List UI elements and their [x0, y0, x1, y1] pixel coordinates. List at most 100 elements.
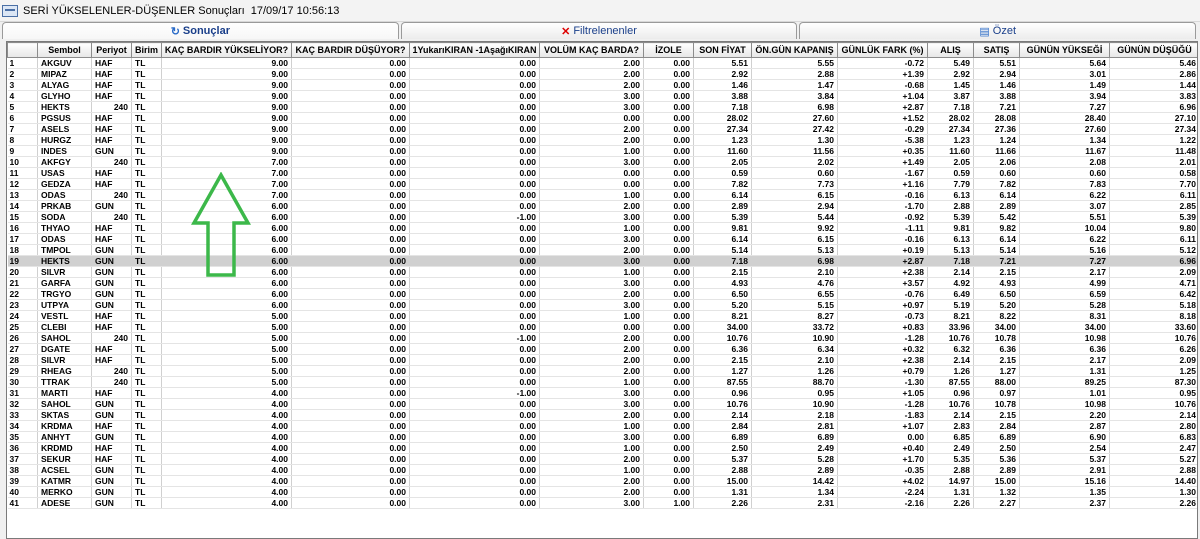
col-alis-cell: 6.85	[927, 431, 974, 443]
col-kiran-cell: 0.00	[409, 244, 540, 256]
table-row[interactable]: 39 KATMR GUN TL 4.00 0.00 0.00 2.00 0.00 15.00 14.…	[7, 475, 1197, 487]
col-gunluk-fark-cell: +1.49	[837, 156, 928, 168]
tab-ozet[interactable]: ▤ Özet	[799, 22, 1197, 39]
col-volum-cell: 1.00	[539, 145, 644, 157]
window-title: SERİ YÜKSELENLER-DÜŞENLER Sonuçları	[23, 4, 245, 17]
table-row[interactable]: 14 PRKAB GUN TL 6.00 0.00 0.00 2.00 0.00 2.89 2.94…	[7, 200, 1197, 212]
table-row[interactable]: 41 ADESE GUN TL 4.00 0.00 0.00 3.00 1.00 2.26 2.31…	[7, 497, 1197, 509]
col-sembol-cell: SEKUR	[37, 453, 92, 465]
col-alis-cell: 2.49	[927, 442, 974, 454]
table-row[interactable]: 8 HURGZ HAF TL 9.00 0.00 0.00 2.00 0.00 1.23 1.30-…	[7, 134, 1197, 146]
table-row[interactable]: 32 SAHOL GUN TL 4.00 0.00 0.00 3.00 0.00 10.76 10.…	[7, 398, 1197, 410]
col-alis-cell: 6.13	[927, 189, 974, 201]
col-izole-cell: 0.00	[643, 321, 694, 333]
col-gunun-dusugu-cell: 5.39	[1109, 211, 1197, 223]
col-gunun-dusugu-cell: 87.30	[1109, 376, 1197, 388]
table-row[interactable]: 16 THYAO HAF TL 6.00 0.00 0.00 1.00 0.00 9.81 9.92…	[7, 222, 1197, 234]
col-sembol-cell: HEKTS	[37, 255, 92, 267]
table-row[interactable]: 26 SAHOL 240 TL 5.00 0.00 -1.00 2.00 0.00 10.76 10…	[7, 332, 1197, 344]
tab-filtrelenenler[interactable]: ✕ Filtrelenenler	[400, 22, 798, 39]
col-index-cell: 17	[7, 233, 38, 245]
col-on-gun-kapanis-header[interactable]: ÖN.GÜN KAPANIŞ	[751, 42, 838, 58]
col-gunun-yuksegi-cell: 4.99	[1019, 277, 1110, 289]
col-kac-bardir-dusuyor-cell: 0.00	[291, 497, 410, 509]
table-row[interactable]: 10 AKFGY 240 TL 7.00 0.00 0.00 3.00 0.00 2.05 2.02…	[7, 156, 1197, 168]
col-volum-header[interactable]: VOLÜM KAÇ BARDA?	[539, 42, 644, 58]
table-row[interactable]: 35 ANHYT GUN TL 4.00 0.00 0.00 3.00 0.00 6.89 6.89…	[7, 431, 1197, 443]
col-gunun-yuksegi-header[interactable]: GÜNÜN YÜKSEĞİ	[1019, 42, 1110, 58]
table-row[interactable]: 1 AKGUV HAF TL 9.00 0.00 0.00 2.00 0.00 5.51 5.55-…	[7, 57, 1197, 69]
col-gunun-yuksegi-cell: 2.17	[1019, 266, 1110, 278]
table-row[interactable]: 40 MERKO GUN TL 4.00 0.00 0.00 2.00 0.00 1.31 1.34…	[7, 486, 1197, 498]
col-index-header[interactable]	[7, 42, 38, 58]
table-row[interactable]: 29 RHEAG 240 TL 5.00 0.00 0.00 2.00 0.00 1.27 1.26…	[7, 365, 1197, 377]
table-row[interactable]: 17 ODAS HAF TL 6.00 0.00 0.00 3.00 0.00 6.14 6.15-…	[7, 233, 1197, 245]
table-row[interactable]: 36 KRDMD HAF TL 4.00 0.00 0.00 1.00 0.00 2.50 2.49…	[7, 442, 1197, 454]
table-row[interactable]: 28 SILVR HAF TL 5.00 0.00 0.00 2.00 0.00 2.15 2.10…	[7, 354, 1197, 366]
table-row[interactable]: 13 ODAS 240 TL 7.00 0.00 0.00 1.00 0.00 6.14 6.15-…	[7, 189, 1197, 201]
col-on-gun-kapanis-cell: 6.89	[751, 431, 838, 443]
col-gunun-dusugu-header[interactable]: GÜNÜN DÜŞÜĞÜ	[1109, 42, 1197, 58]
col-izole-header[interactable]: İZOLE	[643, 42, 694, 58]
col-alis-cell: 2.14	[927, 409, 974, 421]
table-row[interactable]: 3 ALYAG HAF TL 9.00 0.00 0.00 2.00 0.00 1.46 1.47-…	[7, 79, 1197, 91]
table-row[interactable]: 15 SODA 240 TL 6.00 0.00 -1.00 3.00 0.00 5.39 5.44…	[7, 211, 1197, 223]
table-row[interactable]: 20 SILVR GUN TL 6.00 0.00 0.00 1.00 0.00 2.15 2.10…	[7, 266, 1197, 278]
col-satis-cell: 6.14	[973, 189, 1020, 201]
col-kac-bardir-yukseliyor-cell: 4.00	[161, 431, 292, 443]
results-grid[interactable]: Sembol Periyot Birim KAÇ BARDIR YÜKSELİYOR?…	[6, 41, 1198, 539]
col-satis-cell: 5.51	[973, 57, 1020, 69]
summary-icon: ▤	[979, 25, 990, 38]
col-periyot-cell: HAF	[91, 112, 132, 124]
col-kiran-header[interactable]: 1YukarıKIRAN -1AşağıKIRAN	[409, 42, 540, 58]
table-row[interactable]: 34 KRDMA HAF TL 4.00 0.00 0.00 1.00 0.00 2.84 2.81…	[7, 420, 1197, 432]
col-birim-cell: TL	[131, 365, 162, 377]
col-index-cell: 9	[7, 145, 38, 157]
table-row[interactable]: 31 MARTI HAF TL 4.00 0.00 -1.00 3.00 0.00 0.96 0.9…	[7, 387, 1197, 399]
col-volum-cell: 2.00	[539, 200, 644, 212]
col-sembol-header[interactable]: Sembol	[37, 42, 92, 58]
col-periyot-cell: GUN	[91, 409, 132, 421]
col-birim-cell: TL	[131, 200, 162, 212]
table-row[interactable]: 22 TRGYO GUN TL 6.00 0.00 0.00 2.00 0.00 6.50 6.55…	[7, 288, 1197, 300]
table-row[interactable]: 5 HEKTS 240 TL 9.00 0.00 0.00 3.00 0.00 7.18 6.98 +…	[7, 101, 1197, 113]
tab-sonuclar[interactable]: ↻ Sonuçlar	[2, 22, 399, 39]
col-kac-bardir-dusuyor-cell: 0.00	[291, 156, 410, 168]
table-row[interactable]: 12 GEDZA HAF TL 7.00 0.00 0.00 0.00 0.00 7.82 7.73…	[7, 178, 1197, 190]
col-alis-header[interactable]: ALIŞ	[927, 42, 974, 58]
table-row[interactable]: 7 ASELS HAF TL 9.00 0.00 0.00 2.00 0.00 27.34 27.4…	[7, 123, 1197, 135]
table-row[interactable]: 33 SKTAS GUN TL 4.00 0.00 0.00 2.00 0.00 2.14 2.18…	[7, 409, 1197, 421]
table-row[interactable]: 37 SEKUR HAF TL 4.00 0.00 0.00 2.00 0.00 5.37 5.28…	[7, 453, 1197, 465]
col-on-gun-kapanis-cell: 2.81	[751, 420, 838, 432]
table-row[interactable]: 6 PGSUS HAF TL 9.00 0.00 0.00 0.00 0.00 28.02 27.6…	[7, 112, 1197, 124]
col-index-cell: 12	[7, 178, 38, 190]
col-kac-bardir-yukseliyor-header[interactable]: KAÇ BARDIR YÜKSELİYOR?	[161, 42, 292, 58]
table-row[interactable]: 18 TMPOL GUN TL 6.00 0.00 0.00 2.00 0.00 5.14 5.13…	[7, 244, 1197, 256]
col-gunun-dusugu-cell: 7.70	[1109, 178, 1197, 190]
col-index-cell: 14	[7, 200, 38, 212]
table-row[interactable]: 38 ACSEL GUN TL 4.00 0.00 0.00 1.00 0.00 2.88 2.89…	[7, 464, 1197, 476]
refresh-icon: ↻	[170, 25, 180, 38]
col-satis-header[interactable]: SATIŞ	[973, 42, 1020, 58]
col-kac-bardir-dusuyor-header[interactable]: KAÇ BARDIR DÜŞÜYOR?	[291, 42, 410, 58]
col-birim-cell: TL	[131, 442, 162, 454]
table-row[interactable]: 19 HEKTS GUN TL 6.00 0.00 0.00 3.00 0.00 7.18 6.98…	[7, 255, 1197, 267]
table-row[interactable]: 9 INDES GUN TL 9.00 0.00 0.00 1.00 0.00 11.60 11.5…	[7, 145, 1197, 157]
table-row[interactable]: 11 USAS HAF TL 7.00 0.00 0.00 0.00 0.00 0.59 0.60-…	[7, 167, 1197, 179]
col-alis-cell: 1.31	[927, 486, 974, 498]
table-row[interactable]: 24 VESTL HAF TL 5.00 0.00 0.00 1.00 0.00 8.21 8.27…	[7, 310, 1197, 322]
table-row[interactable]: 30 TTRAK 240 TL 5.00 0.00 0.00 1.00 0.00 87.55 88.…	[7, 376, 1197, 388]
col-gunluk-fark-cell: +1.70	[837, 453, 928, 465]
table-row[interactable]: 2 MIPAZ HAF TL 9.00 0.00 0.00 2.00 0.00 2.92 2.88 +…	[7, 68, 1197, 80]
col-izole-cell: 0.00	[643, 90, 694, 102]
table-row[interactable]: 21 GARFA GUN TL 6.00 0.00 0.00 3.00 0.00 4.93 4.76…	[7, 277, 1197, 289]
col-birim-header[interactable]: Birim	[131, 42, 162, 58]
col-gunluk-fark-header[interactable]: GÜNLÜK FARK (%)	[837, 42, 928, 58]
col-son-fiyat-header[interactable]: SON FİYAT	[693, 42, 752, 58]
col-gunun-yuksegi-cell: 5.64	[1019, 57, 1110, 69]
table-row[interactable]: 23 UTPYA GUN TL 6.00 0.00 0.00 3.00 0.00 5.20 5.15…	[7, 299, 1197, 311]
table-row[interactable]: 25 CLEBI HAF TL 5.00 0.00 0.00 0.00 0.00 34.00 33.…	[7, 321, 1197, 333]
table-row[interactable]: 27 DGATE HAF TL 5.00 0.00 0.00 2.00 0.00 6.36 6.34…	[7, 343, 1197, 355]
col-periyot-header[interactable]: Periyot	[91, 42, 132, 58]
table-row[interactable]: 4 GLYHO HAF TL 9.00 0.00 0.00 3.00 0.00 3.88 3.84 +…	[7, 90, 1197, 102]
